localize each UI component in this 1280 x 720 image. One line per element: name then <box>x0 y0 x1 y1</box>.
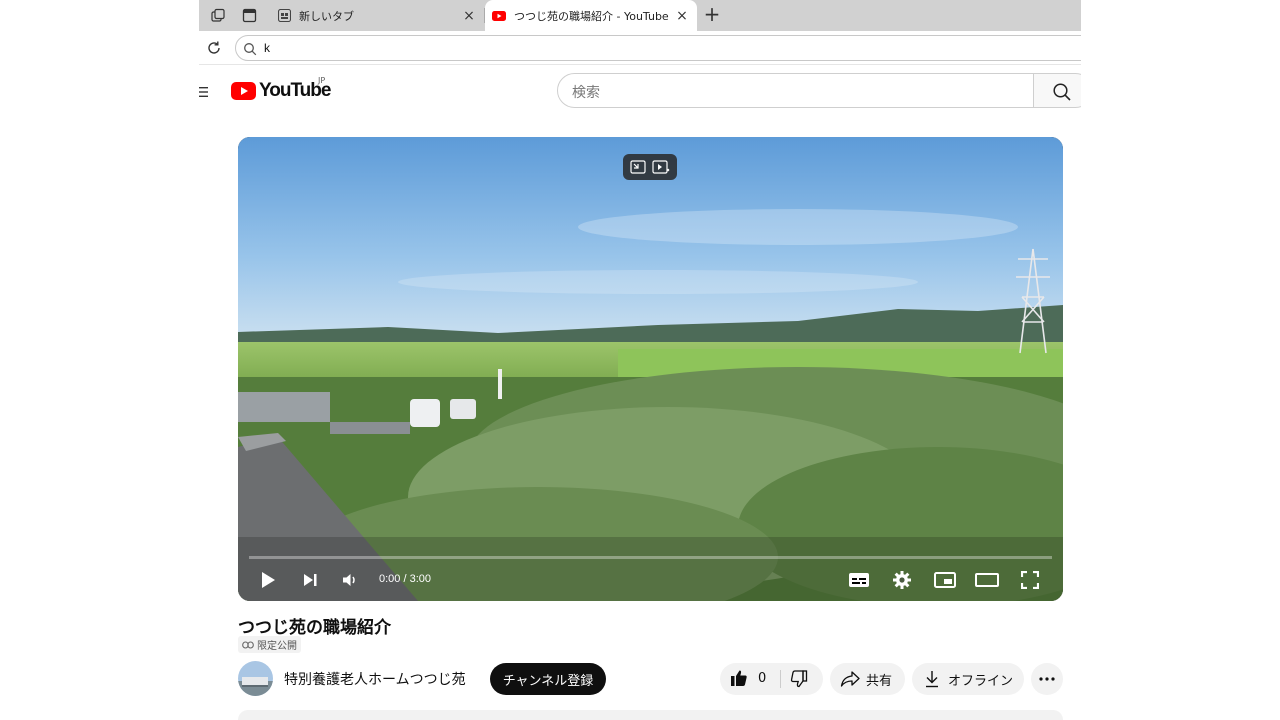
search-button[interactable] <box>1033 73 1081 108</box>
like-separator <box>780 670 781 688</box>
region-code: JP <box>318 76 326 85</box>
exit-window-icon[interactable] <box>630 160 646 174</box>
download-label: オフライン <box>948 673 1014 689</box>
tab-new-tab[interactable]: 新しいタブ × <box>270 0 484 31</box>
time-display: 0:00 / 3:00 <box>379 573 431 585</box>
new-tab-favicon-icon <box>277 9 291 23</box>
workspaces-icon[interactable] <box>207 5 229 25</box>
youtube-favicon-icon <box>492 9 506 23</box>
search-icon <box>1053 83 1071 101</box>
download-icon <box>926 671 938 688</box>
settings-gear-icon[interactable] <box>889 569 915 591</box>
avatar[interactable] <box>238 661 273 696</box>
more-actions-button[interactable] <box>1031 663 1063 695</box>
thumbs-up-icon <box>731 670 747 686</box>
video-title: つつじ苑の職場紹介 <box>238 618 391 638</box>
video-frame <box>238 137 1063 601</box>
video-player[interactable]: 0:00 / 3:00 <box>238 137 1063 601</box>
search-placeholder: 検索 <box>572 85 600 101</box>
link-icon <box>242 640 254 649</box>
tab-close-icon[interactable]: × <box>673 7 691 25</box>
like-dislike-group: 0 <box>720 663 823 695</box>
fullscreen-icon[interactable] <box>1017 569 1043 591</box>
progress-bar[interactable] <box>249 556 1052 559</box>
tab-actions-icon[interactable] <box>238 5 260 25</box>
share-arrow-icon <box>840 671 860 687</box>
thumbs-down-icon <box>790 670 808 688</box>
player-controls: 0:00 / 3:00 <box>238 563 1063 601</box>
video-assist-icon[interactable] <box>652 160 670 174</box>
subscribe-button[interactable]: チャンネル登録 <box>490 663 606 695</box>
tab-title: つつじ苑の職場紹介 - YouTube <box>514 9 669 23</box>
miniplayer-icon[interactable] <box>932 569 958 591</box>
address-toolbar: k <box>199 31 1081 65</box>
dislike-button[interactable] <box>790 670 808 692</box>
address-input[interactable]: k <box>264 41 270 55</box>
share-button[interactable]: 共有 <box>830 663 905 695</box>
menu-icon[interactable] <box>199 84 209 98</box>
reload-icon[interactable] <box>205 39 223 57</box>
browser-window: 新しいタブ × つつじ苑の職場紹介 - YouTube × + k YouTub… <box>199 0 1081 720</box>
play-icon[interactable] <box>255 569 281 591</box>
youtube-header: YouTube JP 検索 <box>199 66 1081 118</box>
download-button[interactable]: オフライン <box>912 663 1024 695</box>
search-input[interactable]: 検索 <box>557 73 1034 108</box>
subtitles-icon[interactable] <box>846 569 872 591</box>
theater-mode-icon[interactable] <box>974 569 1000 591</box>
next-icon[interactable] <box>297 569 323 591</box>
like-button[interactable]: 0 <box>730 669 766 687</box>
player-overlay-buttons <box>623 154 677 180</box>
tab-close-icon[interactable]: × <box>460 7 478 25</box>
privacy-label: 限定公開 <box>257 641 297 652</box>
tab-title: 新しいタブ <box>299 9 354 23</box>
like-count: 0 <box>758 670 767 686</box>
search-icon <box>243 41 257 56</box>
more-icon <box>1039 677 1055 681</box>
address-bar[interactable]: k <box>235 35 1081 61</box>
channel-name[interactable]: 特別養護老人ホームつつじ苑 <box>284 669 466 689</box>
share-label: 共有 <box>866 673 893 689</box>
tab-strip: 新しいタブ × つつじ苑の職場紹介 - YouTube × + <box>199 0 1081 31</box>
new-tab-button[interactable]: + <box>701 4 723 26</box>
description-box[interactable] <box>238 710 1063 720</box>
volume-icon[interactable] <box>337 569 363 591</box>
youtube-logo[interactable]: YouTube JP <box>231 76 331 102</box>
youtube-play-logo-icon <box>231 82 256 100</box>
tab-youtube[interactable]: つつじ苑の職場紹介 - YouTube × <box>485 0 697 31</box>
privacy-badge: 限定公開 <box>238 636 301 653</box>
